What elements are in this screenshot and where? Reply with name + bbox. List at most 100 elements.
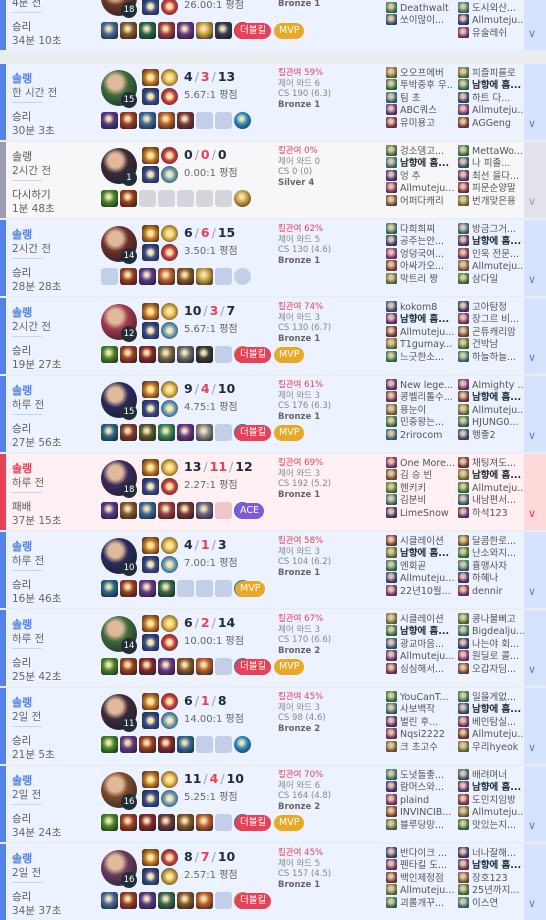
participant-name[interactable]: 남향에 흠... <box>400 626 449 637</box>
item-icon[interactable] <box>177 268 194 285</box>
participant[interactable]: Allmuteju... <box>386 650 454 662</box>
item-icon[interactable] <box>158 580 175 597</box>
participant-name[interactable]: Allmuteju... <box>472 807 526 818</box>
participant-name[interactable]: 블루당망... <box>400 820 444 831</box>
match-card[interactable]: 솔랭 하루 전 승리 27분 56초 15 9/4/10 4.75:1 평점 더블킬 MVP 킬관… <box>0 376 546 452</box>
participant-name[interactable]: 하석123 <box>472 508 508 519</box>
participant-name[interactable]: 22년10월... <box>400 586 451 597</box>
participant-name[interactable]: 람머스와... <box>400 782 444 793</box>
empty-item-slot[interactable] <box>215 112 232 129</box>
participant[interactable]: 달콤한로... <box>458 535 526 547</box>
item-icon[interactable] <box>196 22 213 39</box>
participant[interactable]: 남향에 흠... <box>386 157 454 169</box>
empty-item-slot[interactable] <box>139 190 156 207</box>
participant-name[interactable]: 하늘하늘... <box>472 352 516 363</box>
item-icon[interactable] <box>196 346 213 363</box>
participant[interactable]: One More... <box>386 457 454 469</box>
item-icon[interactable] <box>139 892 156 909</box>
participant-name[interactable]: 남향에 흠... <box>472 236 521 247</box>
item-icon[interactable] <box>158 346 175 363</box>
item-icon[interactable] <box>120 658 137 675</box>
expand-button[interactable]: ∨ <box>524 0 546 50</box>
expand-button[interactable]: ∨ <box>524 844 546 920</box>
participant[interactable]: 맛있는지... <box>458 818 526 831</box>
participant[interactable]: 도민지임방 <box>458 793 526 806</box>
participant[interactable]: LimeSnow <box>386 506 454 519</box>
participant[interactable]: INVINCIB... <box>386 806 454 818</box>
participant-name[interactable]: 콩벨리톨수... <box>400 392 453 403</box>
participant-name[interactable]: 나는야 회... <box>472 639 519 650</box>
participant-name[interactable]: 나 피졸... <box>472 158 510 169</box>
participant[interactable]: 광교마음... <box>386 637 454 650</box>
participant-name[interactable]: 행좋2 <box>472 430 496 441</box>
participant[interactable]: kokom8 <box>386 301 454 313</box>
participant[interactable]: 오오프에버 <box>386 67 454 79</box>
participant[interactable]: 남향에 흠... <box>386 625 454 637</box>
participant-name[interactable]: 용눈이 <box>400 405 426 416</box>
match-card[interactable]: 솔랭 하루 전 승리 16분 46초 10 4/1/3 7.00:1 평점 MVP 킬관여 58… <box>0 532 546 608</box>
participant-name[interactable]: 괴롤개꾸... <box>400 898 444 909</box>
item-icon[interactable] <box>196 268 213 285</box>
participant[interactable]: 배려며너 <box>458 769 526 781</box>
participant-name[interactable]: 2rirocom <box>400 430 442 441</box>
participant[interactable]: 하석123 <box>458 506 526 519</box>
participant[interactable]: 남향에 흠... <box>386 313 454 325</box>
participant-name[interactable]: 남향에 흠... <box>400 158 449 169</box>
participant[interactable]: 시클레이션 <box>386 613 454 625</box>
participant[interactable]: 남향에 흠... <box>458 79 526 91</box>
participant[interactable]: Allmuteju... <box>386 572 454 584</box>
participant[interactable]: 고아탐정 <box>458 301 526 313</box>
participant[interactable]: 람머스와... <box>386 781 454 793</box>
item-icon[interactable] <box>177 502 194 519</box>
participant[interactable]: plaind <box>386 793 454 806</box>
participant-name[interactable]: 사보백작 <box>400 704 435 715</box>
participant-name[interactable]: 도시외산... <box>472 3 516 14</box>
participant-name[interactable]: Allmuteju... <box>400 327 454 338</box>
item-icon[interactable] <box>177 814 194 831</box>
item-icon[interactable] <box>158 112 175 129</box>
item-icon[interactable] <box>196 892 213 909</box>
expand-button[interactable]: ∨ <box>524 298 546 374</box>
participant-name[interactable]: Allmuteju... <box>400 573 454 584</box>
participant-name[interactable]: One More... <box>400 458 454 469</box>
item-icon[interactable] <box>120 502 137 519</box>
participant[interactable]: 도넛들좋... <box>386 769 454 781</box>
participant-name[interactable]: 백인제정점 <box>400 873 444 884</box>
empty-item-slot[interactable] <box>196 580 213 597</box>
participant-name[interactable]: Allmuteju... <box>472 729 526 740</box>
participant-name[interactable]: T1gumay... <box>400 339 452 350</box>
participant[interactable]: AGGeng <box>458 116 526 129</box>
participant[interactable]: 25년까지... <box>458 884 526 896</box>
participant-name[interactable]: Allmuteju... <box>472 15 526 26</box>
participant-name[interactable]: 심심해서... <box>400 664 444 675</box>
participant[interactable]: 장호123 <box>458 871 526 884</box>
item-icon[interactable] <box>177 658 194 675</box>
empty-item-slot[interactable] <box>215 658 232 675</box>
participant[interactable]: 괴롤개꾸... <box>386 896 454 909</box>
participant[interactable]: 엉 추 <box>386 169 454 182</box>
participant-name[interactable]: dennir <box>472 586 502 597</box>
item-icon[interactable] <box>177 736 194 753</box>
item-icon[interactable] <box>101 112 118 129</box>
participant-name[interactable]: 일을게없... <box>472 692 516 703</box>
expand-button[interactable]: ∨ <box>524 532 546 608</box>
expand-button[interactable]: ∨ <box>524 220 546 296</box>
empty-item-slot[interactable] <box>215 892 232 909</box>
item-icon[interactable] <box>101 658 118 675</box>
match-card[interactable]: 솔랭 2시간 전 다시하기 1분 48초 1 0/0/0 0.00:1 평점 킬관여 0% 제어… <box>0 142 546 218</box>
participant-name[interactable]: 흉맹사자 <box>472 561 507 572</box>
item-icon[interactable] <box>158 424 175 441</box>
participant[interactable]: 겅소뎀고... <box>386 145 454 157</box>
participant-name[interactable]: 방금그거... <box>472 224 516 235</box>
participant[interactable]: 우리hyeok <box>458 740 526 753</box>
participant[interactable]: 유술레쉬 <box>458 26 526 39</box>
item-icon[interactable] <box>215 22 232 39</box>
participant[interactable]: 이스연 <box>458 896 526 909</box>
participant[interactable]: 채팅져도... <box>458 457 526 469</box>
participant[interactable]: Allmuteju... <box>458 806 526 818</box>
participant-name[interactable]: 유미용고 <box>400 118 435 129</box>
item-icon[interactable] <box>177 112 194 129</box>
item-icon[interactable] <box>101 190 118 207</box>
participant[interactable]: 오갑자딤... <box>458 662 526 675</box>
match-card[interactable]: 솔랭 한 시간 전 승리 30분 3초 15 4/3/13 5.67:1 평점 킬관여 59%… <box>0 64 546 140</box>
